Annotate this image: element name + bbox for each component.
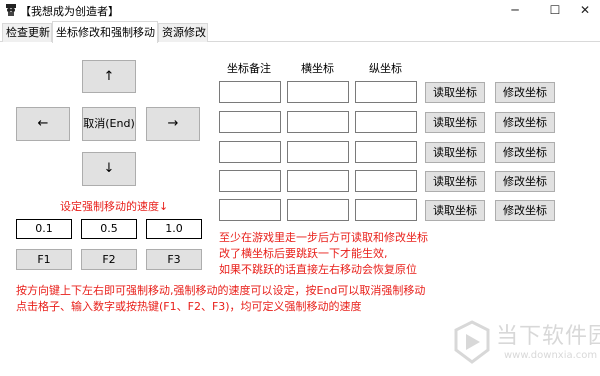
tab-check-update[interactable]: 检查更新: [2, 23, 52, 42]
watermark-brand: 当下软件园: [496, 324, 600, 349]
x-coord-field[interactable]: [287, 141, 349, 163]
x-coord-field[interactable]: [287, 111, 349, 133]
speed-input-3[interactable]: 1.0: [146, 219, 202, 239]
speed-title: 设定强制移动的速度↓: [60, 200, 169, 213]
app-icon: [6, 4, 16, 16]
coord-note-field[interactable]: [219, 170, 281, 192]
hotkey-f3-button[interactable]: F3: [146, 249, 202, 270]
x-coord-field[interactable]: [287, 81, 349, 103]
move-left-button[interactable]: ←: [16, 107, 70, 141]
y-coord-field[interactable]: [355, 141, 417, 163]
read-coord-button[interactable]: 读取坐标: [425, 142, 485, 163]
help-line-2: 点击格子、输入数字或按热键(F1、F2、F3)，均可定义强制移动的速度: [16, 300, 362, 313]
read-coord-button[interactable]: 读取坐标: [425, 112, 485, 133]
tab-resource-modify[interactable]: 资源修改: [158, 23, 208, 42]
cancel-move-button[interactable]: 取消(End): [82, 107, 136, 141]
coord-note-field[interactable]: [219, 111, 281, 133]
read-coord-button[interactable]: 读取坐标: [425, 171, 485, 192]
coord-note-line-3: 如果不跳跃的话直接左右移动会恢复原位: [219, 263, 417, 276]
close-icon[interactable]: ✕: [565, 0, 600, 20]
speed-input-1[interactable]: 0.1: [16, 219, 72, 239]
coord-note-line-2: 改了横坐标后要跳跃一下才能生效,: [219, 247, 388, 260]
read-coord-button[interactable]: 读取坐标: [425, 200, 485, 221]
modify-coord-button[interactable]: 修改坐标: [495, 171, 555, 192]
hotkey-f1-button[interactable]: F1: [16, 249, 72, 270]
y-coord-field[interactable]: [355, 81, 417, 103]
minimize-icon[interactable]: ─: [495, 0, 535, 20]
window-title: 【我想成为创造者】: [20, 5, 119, 18]
modify-coord-button[interactable]: 修改坐标: [495, 82, 555, 103]
speed-input-2[interactable]: 0.5: [81, 219, 137, 239]
hotkey-f2-button[interactable]: F2: [81, 249, 137, 270]
move-down-button[interactable]: ↓: [82, 152, 136, 186]
coord-note-field[interactable]: [219, 199, 281, 221]
y-coord-field[interactable]: [355, 199, 417, 221]
x-coord-field[interactable]: [287, 170, 349, 192]
coord-note-field[interactable]: [219, 81, 281, 103]
watermark: 当下软件园 www.downxia.com: [448, 316, 600, 372]
tab-coord-modify-force-move[interactable]: 坐标修改和强制移动: [52, 21, 158, 43]
header-coord-note: 坐标备注: [227, 62, 271, 75]
header-y-coord: 纵坐标: [369, 62, 402, 75]
coord-note-line-1: 至少在游戏里走一步后方可读取和修改坐标: [219, 231, 428, 244]
tab-bar: 检查更新 资源修改 坐标修改和强制移动: [0, 20, 600, 43]
read-coord-button[interactable]: 读取坐标: [425, 82, 485, 103]
x-coord-field[interactable]: [287, 199, 349, 221]
y-coord-field[interactable]: [355, 111, 417, 133]
move-up-button[interactable]: ↑: [82, 60, 136, 93]
header-x-coord: 横坐标: [301, 62, 334, 75]
coord-note-field[interactable]: [219, 141, 281, 163]
modify-coord-button[interactable]: 修改坐标: [495, 142, 555, 163]
y-coord-field[interactable]: [355, 170, 417, 192]
watermark-logo-icon: [454, 320, 490, 364]
help-line-1: 按方向键上下左右即可强制移动,强制移动的速度可以设定，按End可以取消强制移动: [16, 284, 426, 297]
watermark-url: www.downxia.com: [504, 350, 598, 361]
modify-coord-button[interactable]: 修改坐标: [495, 200, 555, 221]
title-bar: 【我想成为创造者】 ─ ☐ ✕: [0, 0, 600, 20]
move-right-button[interactable]: →: [146, 107, 200, 141]
modify-coord-button[interactable]: 修改坐标: [495, 112, 555, 133]
